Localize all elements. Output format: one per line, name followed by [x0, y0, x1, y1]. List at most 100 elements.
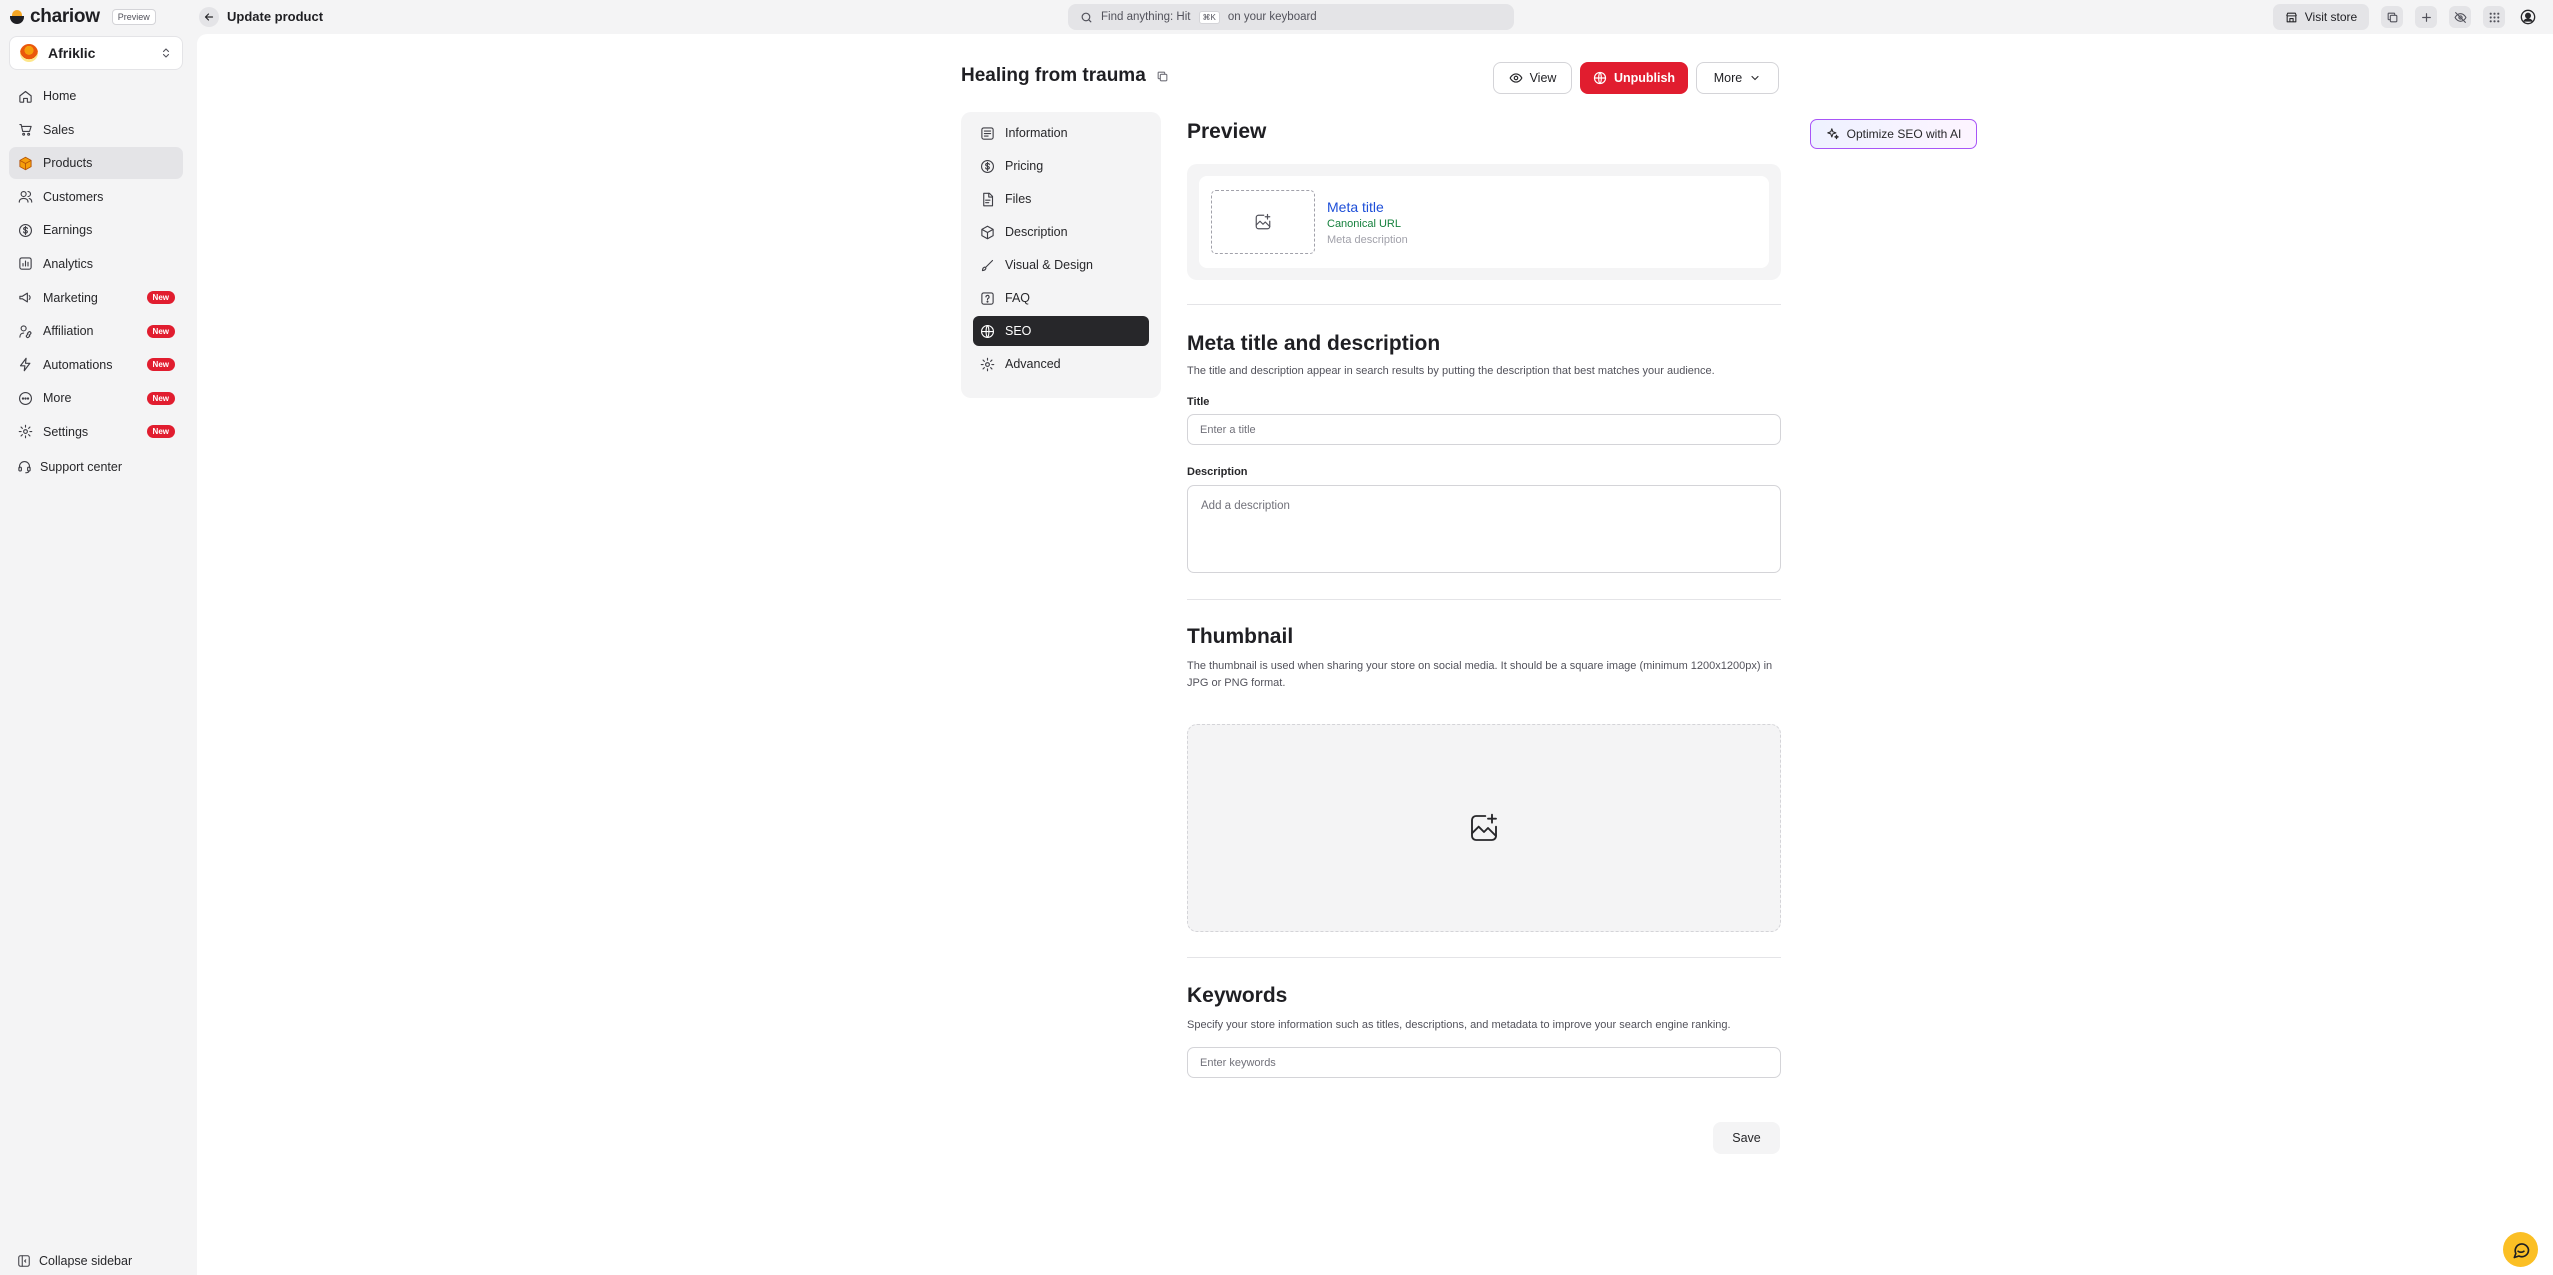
meta-description-input[interactable]: [1187, 485, 1781, 573]
new-badge: New: [146, 391, 175, 405]
hide-preview-button[interactable]: [2449, 6, 2471, 28]
sidebar-item-marketing[interactable]: Marketing New: [9, 282, 183, 314]
thumbnail-upload-dropzone[interactable]: [1187, 724, 1781, 932]
chevron-up-down-icon: [160, 47, 172, 59]
main-content: Healing from trauma View Unpublish More …: [197, 34, 2553, 1275]
chat-icon: [2511, 1240, 2531, 1260]
sidebar-item-label: Analytics: [43, 256, 94, 271]
page-title: Update product: [227, 9, 324, 24]
sidebar-item-label: Automations: [43, 357, 113, 372]
save-button[interactable]: Save: [1713, 1122, 1780, 1154]
support-center-link[interactable]: Support center: [17, 459, 122, 474]
collapse-sidebar-button[interactable]: Collapse sidebar: [17, 1254, 132, 1268]
sidebar-item-label: Earnings: [43, 223, 93, 238]
sidebar-item-earnings[interactable]: Earnings: [9, 214, 183, 246]
section-visual-design[interactable]: Visual & Design: [973, 250, 1149, 280]
section-information[interactable]: Information: [973, 118, 1149, 148]
thumbnail-help: The thumbnail is used when sharing your …: [1187, 660, 1773, 689]
section-pricing[interactable]: Pricing: [973, 151, 1149, 181]
global-search[interactable]: Find anything: Hit ⌘K on your keyboard: [1068, 4, 1514, 30]
section-files[interactable]: Files: [973, 184, 1149, 214]
unpublish-button[interactable]: Unpublish: [1580, 62, 1688, 94]
meta-title-input[interactable]: [1187, 414, 1781, 445]
image-add-icon: [1254, 213, 1272, 231]
megaphone-icon: [18, 290, 33, 305]
new-badge: New: [146, 425, 175, 439]
section-description[interactable]: Description: [973, 217, 1149, 247]
arrow-left-icon: [203, 11, 215, 23]
title-field-label: Title: [1187, 396, 1210, 408]
product-title: Healing from trauma: [961, 65, 1146, 86]
unpublish-label: Unpublish: [1613, 71, 1676, 85]
preview-image-placeholder: [1211, 190, 1315, 254]
sidebar-item-analytics[interactable]: Analytics: [9, 248, 183, 280]
section-label: Visual & Design: [1005, 258, 1094, 272]
bolt-icon: [18, 357, 33, 372]
top-bar: Update product Find anything: Hit ⌘K on …: [197, 0, 2553, 34]
view-button[interactable]: View: [1493, 62, 1572, 94]
image-add-icon: [1468, 812, 1500, 844]
account-button[interactable]: [2517, 6, 2539, 28]
keywords-heading: Keywords: [1187, 984, 1288, 1007]
info-list-icon: [980, 126, 995, 141]
visit-store-button[interactable]: Visit store: [2273, 4, 2369, 30]
globe-off-icon: [1593, 71, 1607, 85]
section-label: Description: [1005, 225, 1068, 239]
section-advanced[interactable]: Advanced: [973, 349, 1149, 379]
copy-icon: [2386, 11, 2399, 24]
sidebar-item-customers[interactable]: Customers: [9, 181, 183, 213]
add-button[interactable]: [2415, 6, 2437, 28]
search-hint-suffix: on your keyboard: [1227, 11, 1317, 23]
sidebar-item-products[interactable]: Products: [9, 147, 183, 180]
product-header: Healing from trauma: [961, 65, 1169, 87]
visit-store-label: Visit store: [2304, 10, 2358, 24]
box-icon: [18, 156, 33, 171]
product-section-nav: Information Pricing Files Description Vi…: [961, 112, 1161, 398]
section-label: Advanced: [1005, 357, 1061, 371]
sidebar-item-label: Customers: [43, 189, 104, 204]
search-result-text: Meta title Canonical URL Meta descriptio…: [1327, 199, 1408, 246]
sidebar-item-label: Settings: [43, 424, 89, 439]
back-button[interactable]: [199, 7, 219, 27]
meta-section-heading: Meta title and description: [1187, 332, 1441, 355]
optimize-seo-ai-button[interactable]: Optimize SEO with AI: [1810, 119, 1977, 149]
section-seo[interactable]: SEO: [973, 316, 1149, 346]
copy-icon[interactable]: [1156, 70, 1169, 83]
sidebar-item-sales[interactable]: Sales: [9, 114, 183, 146]
section-label: Files: [1005, 192, 1032, 206]
headset-icon: [17, 459, 32, 474]
canonical-url-preview: Canonical URL: [1327, 217, 1401, 230]
meta-description-preview: Meta description: [1327, 233, 1408, 246]
keywords-input[interactable]: [1187, 1047, 1781, 1078]
support-center-label: Support center: [40, 459, 122, 474]
store-avatar: [20, 44, 38, 62]
sidebar-item-settings[interactable]: Settings New: [9, 416, 183, 448]
sidebar-item-automations[interactable]: Automations New: [9, 349, 183, 381]
apps-button[interactable]: [2483, 6, 2505, 28]
eye-icon: [1509, 71, 1523, 85]
sidebar-nav: Home Sales Products Customers Earnings A…: [9, 80, 183, 450]
sidebar-item-home[interactable]: Home: [9, 80, 183, 112]
meta-title-preview: Meta title: [1327, 198, 1384, 215]
chart-icon: [18, 256, 33, 271]
more-label: More: [1713, 71, 1743, 85]
more-dropdown-button[interactable]: More: [1696, 62, 1779, 94]
section-label: SEO: [1005, 324, 1032, 338]
collapse-sidebar-label: Collapse sidebar: [39, 1254, 133, 1268]
users-icon: [18, 189, 33, 204]
sidebar-toggle-icon: [17, 1254, 31, 1268]
sidebar-item-more[interactable]: More New: [9, 382, 183, 414]
support-chat-button[interactable]: [2503, 1232, 2538, 1267]
chevron-down-icon: [1749, 72, 1761, 84]
chariow-logo-icon: [10, 10, 24, 24]
preview-tag: Preview: [111, 9, 156, 25]
sidebar-item-affiliation[interactable]: Affiliation New: [9, 315, 183, 347]
brand-logo[interactable]: chariow Preview: [10, 6, 156, 27]
sidebar-item-label: Home: [43, 89, 77, 103]
copy-link-button[interactable]: [2381, 6, 2403, 28]
store-icon: [2285, 11, 2298, 24]
store-switcher[interactable]: Afriklic: [9, 36, 183, 70]
section-faq[interactable]: FAQ: [973, 283, 1149, 313]
home-icon: [18, 89, 33, 104]
description-field-label: Description: [1187, 466, 1248, 478]
